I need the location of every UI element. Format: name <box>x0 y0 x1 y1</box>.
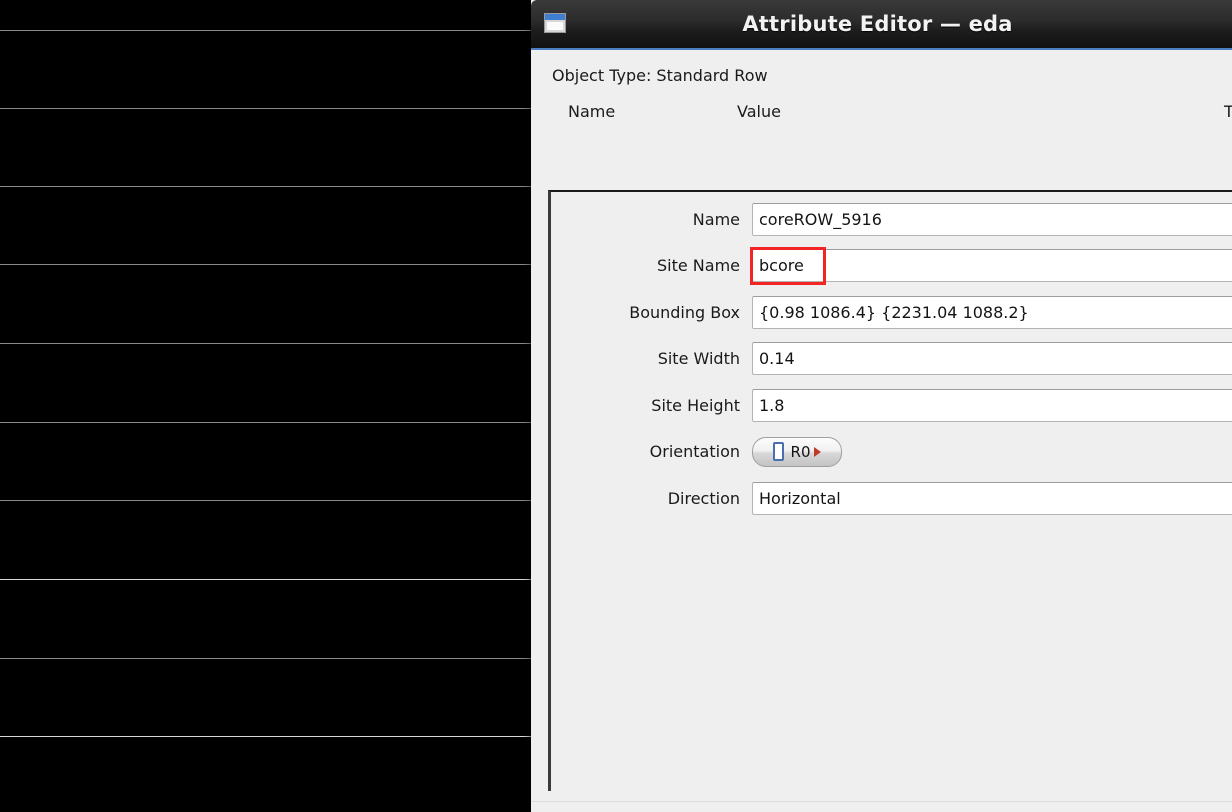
standard-row-line <box>0 108 531 109</box>
attribute-row: Direction <box>551 481 1232 515</box>
attribute-row: Site Name <box>551 249 1232 283</box>
attribute-row: Bounding Box <box>551 295 1232 329</box>
window-icon <box>544 13 566 33</box>
attribute-value-input[interactable] <box>752 388 1232 422</box>
standard-row-line <box>0 579 531 580</box>
standard-row-line <box>0 264 531 265</box>
attribute-label: Site Name <box>656 256 740 275</box>
standard-row-line <box>0 343 531 344</box>
attribute-editor-dialog: Attribute Editor — eda Object Type: Stan… <box>531 0 1232 812</box>
object-type-label: Object Type: Standard Row <box>552 66 768 85</box>
chevron-right-icon <box>814 446 822 457</box>
standard-row-line <box>0 30 531 31</box>
dialog-body: Object Type: Standard Row Name Value T N… <box>531 50 1232 812</box>
attribute-label: Site Width <box>657 349 740 368</box>
attribute-value-input[interactable] <box>752 342 1232 375</box>
attribute-label: Bounding Box <box>629 302 740 322</box>
attribute-value-input[interactable] <box>752 295 1232 329</box>
attribute-label: Name <box>692 209 740 229</box>
orientation-dropdown-button[interactable]: R0 <box>752 436 842 467</box>
column-header-value: Value <box>737 102 781 121</box>
attribute-row: Name <box>551 202 1232 236</box>
screenshot-root: Attribute Editor — eda Object Type: Stan… <box>0 0 1232 812</box>
column-header-type: T <box>1224 102 1232 121</box>
orientation-shape-icon <box>772 442 784 461</box>
dialog-titlebar[interactable]: Attribute Editor — eda <box>531 0 1232 50</box>
standard-row-line <box>0 658 531 659</box>
attribute-field-list: Name Site Name Bounding Box Site Width Site … <box>548 190 1232 791</box>
attribute-label: Direction <box>667 488 740 508</box>
standard-row-line <box>0 422 531 423</box>
button-bar-separator <box>531 801 1232 802</box>
standard-row-line <box>0 736 531 737</box>
column-header-name: Name <box>568 102 616 121</box>
attribute-value-input[interactable] <box>752 202 1232 236</box>
attribute-row: Orientation R0 <box>551 435 1232 469</box>
standard-row-line <box>0 186 531 187</box>
attribute-label: Orientation <box>649 442 740 461</box>
dialog-title: Attribute Editor — eda <box>742 12 1013 36</box>
column-headers: Name Value T <box>531 102 1232 128</box>
eda-layout-canvas[interactable] <box>0 0 540 812</box>
orientation-value-label: R0 <box>790 442 811 461</box>
attribute-value-input[interactable] <box>752 481 1232 515</box>
attribute-label: Site Height <box>651 395 740 415</box>
standard-row-line <box>0 500 531 501</box>
attribute-row: Site Height <box>551 388 1232 422</box>
attribute-row: Site Width <box>551 342 1232 376</box>
attribute-value-input[interactable] <box>752 249 1232 282</box>
